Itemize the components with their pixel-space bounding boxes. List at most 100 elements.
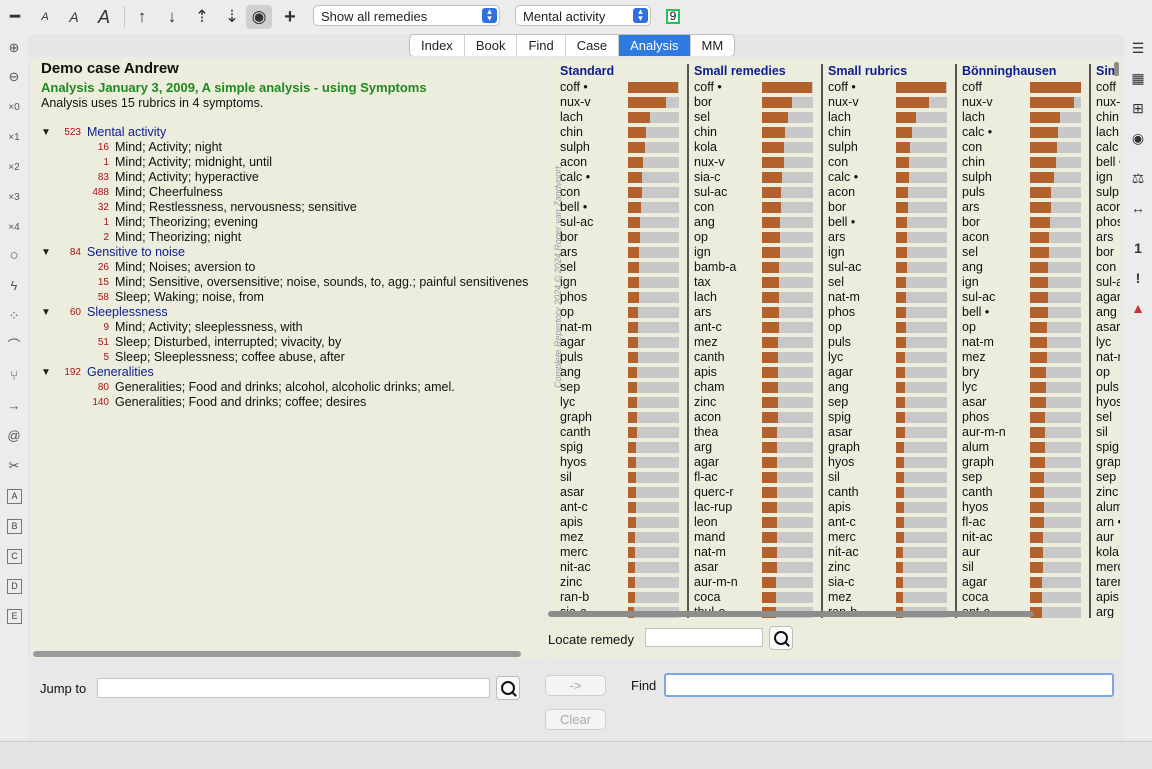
tab-book[interactable]: Book: [465, 35, 518, 56]
remedy-name[interactable]: bor: [962, 215, 980, 230]
tab-analysis[interactable]: Analysis: [619, 35, 691, 56]
remedy-name[interactable]: sep: [560, 380, 580, 395]
remedy-name[interactable]: sep: [1096, 470, 1116, 485]
remedy-name[interactable]: ant-c: [828, 515, 856, 530]
remedy-name[interactable]: acon: [828, 185, 855, 200]
multiply-2-icon[interactable]: ×2: [4, 158, 24, 178]
remedy-name[interactable]: sul-ac: [694, 185, 727, 200]
remedy-name[interactable]: ant-c: [694, 320, 722, 335]
remedy-name[interactable]: coff •: [828, 80, 856, 95]
table-icon[interactable]: ⊞: [1128, 98, 1148, 118]
remedy-name[interactable]: fl-ac: [962, 515, 986, 530]
remedy-name[interactable]: ign: [962, 275, 979, 290]
remedy-name[interactable]: mand: [694, 530, 725, 545]
remedy-name[interactable]: mez: [828, 590, 852, 605]
column-header[interactable]: Small rubrics: [828, 64, 907, 78]
remedy-name[interactable]: agar: [828, 365, 853, 380]
remedy-name[interactable]: merc: [828, 530, 856, 545]
remedy-name[interactable]: ars: [828, 230, 845, 245]
triangle-down-icon[interactable]: ▼: [41, 305, 51, 320]
horizontal-scrollbar[interactable]: [33, 651, 521, 657]
remedy-name[interactable]: asar: [962, 395, 986, 410]
remedy-name[interactable]: nat-r: [1096, 350, 1120, 365]
rubric-row[interactable]: 51 Sleep; Disturbed, interrupted; vivacit…: [41, 335, 544, 350]
remedy-name[interactable]: sep: [962, 470, 982, 485]
remedy-name[interactable]: sulp: [1096, 185, 1119, 200]
remedy-name[interactable]: asar: [1096, 320, 1120, 335]
font-larger-icon[interactable]: A: [91, 5, 117, 29]
remedy-name[interactable]: nit-ac: [828, 545, 859, 560]
remedy-name[interactable]: zinc: [1096, 485, 1118, 500]
remedy-name[interactable]: mez: [962, 350, 986, 365]
triangle-icon[interactable]: ▲: [1128, 298, 1148, 318]
rubric-row[interactable]: 80 Generalities; Food and drinks; alcohol…: [41, 380, 544, 395]
multiply-4-icon[interactable]: ×4: [4, 218, 24, 238]
remedy-name[interactable]: merc: [560, 545, 588, 560]
remedy-name[interactable]: op: [694, 230, 708, 245]
remedy-name[interactable]: arg: [1096, 605, 1114, 618]
remedy-name[interactable]: aur-m-n: [962, 425, 1006, 440]
remedy-name[interactable]: fl-ac: [694, 470, 718, 485]
remedy-name[interactable]: ars: [694, 305, 711, 320]
triangle-down-icon[interactable]: ▼: [41, 125, 51, 140]
remedy-name[interactable]: hyos: [1096, 395, 1120, 410]
remedy-name[interactable]: bell •: [1096, 155, 1120, 170]
remedy-name[interactable]: lyc: [1096, 335, 1111, 350]
remedy-name[interactable]: querc-r: [694, 485, 734, 500]
remedy-name[interactable]: sel: [694, 110, 710, 125]
multiply-1-icon[interactable]: ×1: [4, 128, 24, 148]
arrow-down-icon[interactable]: ↓: [159, 5, 185, 29]
tab-mm[interactable]: MM: [691, 35, 735, 56]
arc-icon[interactable]: ⌒: [4, 336, 24, 356]
remedy-name[interactable]: calc •: [962, 125, 992, 140]
rubric-row[interactable]: 58 Sleep; Waking; noise, from: [41, 290, 544, 305]
remedy-name[interactable]: coff •: [694, 80, 722, 95]
remedy-name[interactable]: acon: [1096, 200, 1120, 215]
remedy-name[interactable]: canth: [694, 350, 725, 365]
remedy-name[interactable]: alum: [962, 440, 989, 455]
remedy-name[interactable]: agar: [962, 575, 987, 590]
remedy-name[interactable]: puls: [560, 350, 583, 365]
remedy-name[interactable]: thea: [694, 425, 718, 440]
remedy-name[interactable]: zinc: [694, 395, 716, 410]
remedy-name[interactable]: acon: [560, 155, 587, 170]
remedy-name[interactable]: nat-m: [694, 545, 726, 560]
remedy-name[interactable]: canth: [962, 485, 993, 500]
remedy-name[interactable]: arn •: [1096, 515, 1120, 530]
remedy-name[interactable]: aur: [1096, 530, 1114, 545]
remedy-name[interactable]: bor: [828, 200, 846, 215]
locate-search-button[interactable]: [769, 626, 793, 650]
remedy-name[interactable]: aur: [962, 545, 980, 560]
remedy-name[interactable]: sulph: [962, 170, 992, 185]
remedy-name[interactable]: bell •: [560, 200, 587, 215]
remedy-name[interactable]: sul-ac: [560, 215, 593, 230]
remedy-name[interactable]: lyc: [828, 350, 843, 365]
rubric-row[interactable]: 9 Mind; Activity; sleeplessness, with: [41, 320, 544, 335]
locate-remedy-input[interactable]: [645, 628, 763, 647]
lightning-icon[interactable]: ϟ: [4, 276, 24, 296]
multiply-0-icon[interactable]: ×0: [4, 98, 24, 118]
symptom-row[interactable]: ▼ 523 Mental activity: [41, 125, 521, 140]
remedy-name[interactable]: apis: [560, 515, 583, 530]
letter-c-icon[interactable]: C: [7, 549, 22, 564]
remedy-name[interactable]: arg: [694, 440, 712, 455]
remedy-name[interactable]: spig: [1096, 440, 1119, 455]
remedy-name[interactable]: phos: [1096, 215, 1120, 230]
rubric-row[interactable]: 2 Mind; Theorizing; night: [41, 230, 544, 245]
remedy-name[interactable]: ars: [560, 245, 577, 260]
find-input[interactable]: [664, 673, 1114, 697]
remedy-name[interactable]: agar: [1096, 290, 1120, 305]
analysis-horizontal-scrollbar[interactable]: [548, 611, 1034, 617]
remedy-name[interactable]: sulph: [828, 140, 858, 155]
eye-icon[interactable]: ◉: [1128, 128, 1148, 148]
rubric-row[interactable]: 83 Mind; Activity; hyperactive: [41, 170, 544, 185]
remedy-name[interactable]: mez: [560, 530, 584, 545]
remedy-name[interactable]: ant-c: [560, 500, 588, 515]
remedy-name[interactable]: sil: [1096, 425, 1108, 440]
remedy-name[interactable]: phos: [828, 305, 855, 320]
remedy-name[interactable]: kola: [694, 140, 717, 155]
remedy-name[interactable]: ang: [694, 215, 715, 230]
remedy-name[interactable]: lach: [560, 110, 583, 125]
triangle-down-icon[interactable]: ▼: [41, 365, 51, 380]
analysis-vertical-scrollbar[interactable]: [1114, 62, 1119, 76]
